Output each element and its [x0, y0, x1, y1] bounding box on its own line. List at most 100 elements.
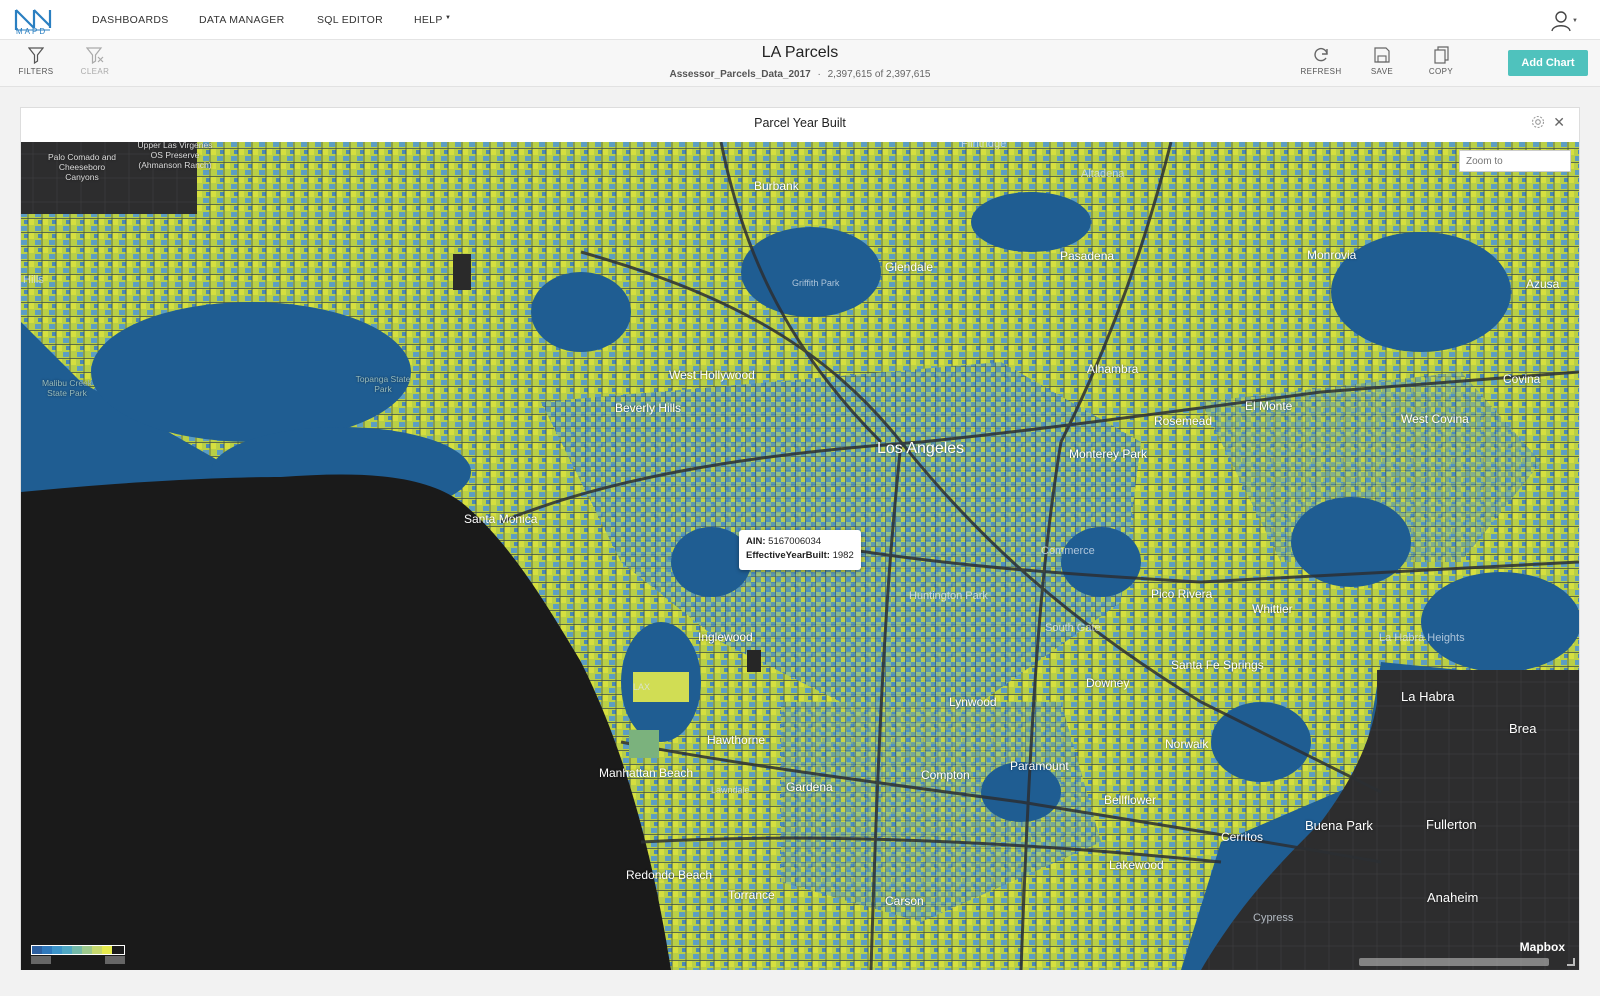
- place-label: Gardena: [786, 780, 833, 794]
- place-label: Manhattan Beach: [599, 766, 694, 780]
- place-label: Topanga State Park: [355, 374, 411, 394]
- place-label: Azusa: [1526, 277, 1560, 291]
- user-icon[interactable]: [1550, 10, 1572, 32]
- map-tooltip: AIN: 5167006034 EffectiveYearBuilt: 1982: [739, 530, 861, 570]
- place-label: Lawndale: [711, 785, 750, 795]
- chart-title[interactable]: Parcel Year Built: [21, 116, 1579, 130]
- logo-text: MAPD: [16, 27, 48, 36]
- place-label: Lynwood: [949, 695, 997, 709]
- legend-swatch: [62, 946, 72, 954]
- place-label: Pasadena: [1060, 249, 1115, 263]
- place-label: La Habra: [1401, 689, 1455, 704]
- place-label: Hills: [23, 274, 44, 286]
- place-label: Norwalk: [1165, 737, 1209, 751]
- place-label: Rosemead: [1154, 414, 1213, 428]
- place-label: Downey: [1086, 676, 1130, 690]
- place-label: Cypress: [1253, 912, 1294, 924]
- place-label: South Gate: [1045, 622, 1101, 634]
- legend-swatch: [32, 946, 42, 954]
- refresh-icon: [1314, 48, 1328, 62]
- place-label: Commerce: [1041, 545, 1095, 557]
- tooltip-ain-value: 5167006034: [768, 536, 822, 547]
- chart-panel: Parcel Year Built ✕ Palo Comado and Chee…: [20, 107, 1580, 970]
- place-label: Burbank: [754, 179, 799, 193]
- subtitle-separator: ·: [817, 69, 821, 80]
- tooltip-year-row: EffectiveYearBuilt: 1982: [746, 549, 854, 563]
- place-label: Buena Park: [1305, 818, 1373, 833]
- nav-data-manager[interactable]: DATA MANAGER: [199, 14, 284, 26]
- legend-swatch: [102, 946, 112, 954]
- tooltip-year-key: EffectiveYearBuilt:: [746, 550, 830, 561]
- place-label: Monterey Park: [1069, 447, 1148, 461]
- save-label: SAVE: [1370, 67, 1394, 76]
- legend-swatch: [72, 946, 82, 954]
- place-label: Huntington Park: [909, 590, 988, 602]
- place-label: Glendale: [885, 260, 934, 274]
- place-label: Covina: [1503, 372, 1541, 386]
- place-label: Upper Las Virgenes OS Preserve (Ahmanson…: [137, 142, 213, 170]
- legend-max-box[interactable]: [105, 956, 125, 964]
- place-label: West Hollywood: [669, 368, 755, 382]
- place-label: Carson: [885, 894, 924, 908]
- place-label: Flintridge: [961, 142, 1007, 150]
- place-label: Santa Monica: [464, 512, 538, 526]
- close-icon[interactable]: ✕: [1553, 115, 1565, 129]
- legend-swatches: [31, 945, 125, 955]
- place-label: Whittier: [1252, 602, 1293, 616]
- resize-handle-icon[interactable]: [1567, 958, 1575, 966]
- place-label: Alhambra: [1087, 362, 1139, 376]
- zoom-to-input[interactable]: [1459, 150, 1571, 172]
- copy-button[interactable]: COPY: [1419, 46, 1463, 76]
- place-label: Brea: [1509, 721, 1537, 736]
- place-label: Fullerton: [1426, 817, 1477, 832]
- nav-sql-editor[interactable]: SQL EDITOR: [317, 14, 383, 26]
- place-label: Cerritos: [1221, 830, 1264, 844]
- place-label: Hawthorne: [707, 733, 766, 747]
- nav-dashboards[interactable]: DASHBOARDS: [92, 14, 169, 26]
- place-label: Anaheim: [1427, 890, 1479, 905]
- legend-range: [31, 956, 125, 964]
- place-label: Altadena: [1081, 168, 1125, 180]
- legend-swatch: [82, 946, 92, 954]
- refresh-button[interactable]: REFRESH: [1299, 46, 1343, 76]
- place-label: Santa Fe Springs: [1171, 658, 1264, 672]
- refresh-label: REFRESH: [1300, 67, 1342, 76]
- save-button[interactable]: SAVE: [1360, 46, 1404, 76]
- place-label: Bellflower: [1104, 793, 1157, 807]
- legend-min-box[interactable]: [31, 956, 51, 964]
- record-count: 2,397,615 of 2,397,615: [827, 69, 931, 80]
- map-canvas[interactable]: Palo Comado and Cheeseboro Canyons Upper…: [21, 142, 1579, 970]
- legend-swatch: [92, 946, 102, 954]
- gear-icon[interactable]: [1531, 115, 1545, 129]
- place-label: Malibu Creek State Park: [41, 378, 93, 398]
- place-label: Los Angeles: [877, 440, 965, 457]
- place-label: Pico Rivera: [1151, 587, 1213, 601]
- place-label: Compton: [921, 768, 970, 782]
- place-label: Torrance: [728, 888, 775, 902]
- horizontal-scrollbar[interactable]: [1359, 958, 1549, 966]
- nav-help[interactable]: HELP: [414, 14, 443, 26]
- add-chart-button[interactable]: Add Chart: [1508, 50, 1588, 76]
- place-label: Redondo Beach: [626, 868, 713, 882]
- source-table-name: Assessor_Parcels_Data_2017: [669, 69, 811, 80]
- place-label: West Covina: [1401, 412, 1469, 426]
- place-label: Lakewood: [1109, 858, 1164, 872]
- copy-icon: [1434, 46, 1449, 64]
- legend-swatch: [52, 946, 62, 954]
- user-caret-icon[interactable]: ▼: [1572, 18, 1578, 24]
- place-label: Palo Comado and Cheeseboro Canyons: [47, 152, 117, 182]
- tooltip-year-value: 1982: [832, 550, 854, 561]
- place-label: Paramount: [1010, 759, 1069, 773]
- copy-label: COPY: [1428, 67, 1454, 76]
- place-label: El Monte: [1245, 399, 1293, 413]
- mapbox-attribution[interactable]: Mapbox: [1520, 940, 1565, 954]
- place-label: Inglewood: [698, 630, 753, 644]
- help-caret-icon[interactable]: ▼: [445, 15, 451, 21]
- color-legend[interactable]: [31, 945, 125, 964]
- save-icon: [1374, 47, 1390, 63]
- tooltip-ain-row: AIN: 5167006034: [746, 535, 854, 549]
- place-label: Griffith Park: [792, 278, 840, 288]
- legend-swatch: [42, 946, 52, 954]
- place-label: Monrovia: [1307, 248, 1357, 262]
- dashboard-toolbar: FILTERS CLEAR LA Parcels Assessor_Parcel…: [0, 40, 1600, 87]
